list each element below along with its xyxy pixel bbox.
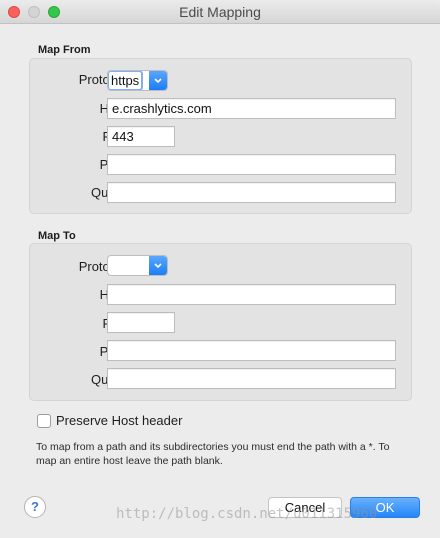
map-to-label: Map To <box>38 230 76 242</box>
from-port-field[interactable]: 443 <box>107 126 175 147</box>
to-protocol-select[interactable] <box>107 255 168 276</box>
from-protocol-value: https <box>108 71 144 90</box>
hint-text: To map from a path and its subdirectorie… <box>36 441 390 467</box>
from-host-field[interactable]: e.crashlytics.com <box>107 98 396 119</box>
to-path-field[interactable] <box>107 340 396 361</box>
to-host-field[interactable] <box>107 284 396 305</box>
from-protocol-select[interactable]: https <box>107 70 168 91</box>
from-path-field[interactable] <box>107 154 396 175</box>
watermark-text: http://blog.csdn.net/u011315960 <box>116 506 378 522</box>
help-button[interactable]: ? <box>24 496 46 518</box>
preserve-host-label[interactable]: Preserve Host header <box>56 413 182 428</box>
to-protocol-value <box>109 257 113 274</box>
from-query-field[interactable] <box>107 182 396 203</box>
map-from-group: Protocol: https Host: e.crashlytics.com … <box>29 58 412 214</box>
map-from-label: Map From <box>38 44 91 56</box>
map-to-group: Protocol: Host: Port: Path: Query: <box>29 243 412 401</box>
preserve-host-checkbox[interactable] <box>37 414 51 428</box>
to-query-field[interactable] <box>107 368 396 389</box>
chevron-down-icon <box>149 71 167 90</box>
title-bar: Edit Mapping <box>0 0 440 24</box>
to-port-field[interactable] <box>107 312 175 333</box>
window-title: Edit Mapping <box>179 4 261 20</box>
chevron-down-icon <box>149 256 167 275</box>
